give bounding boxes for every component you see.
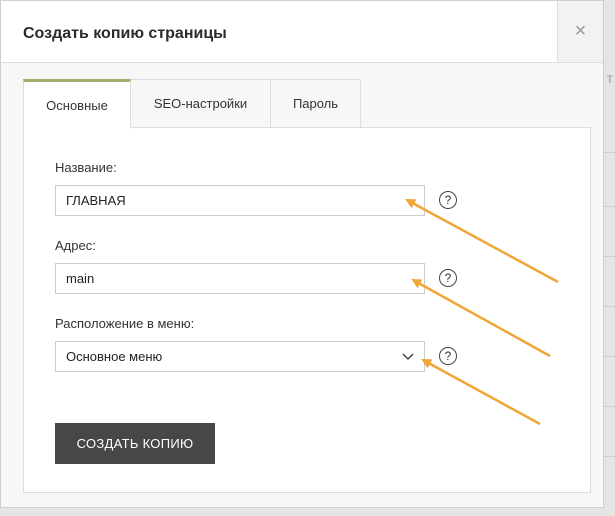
name-help-button[interactable]: ?	[439, 191, 457, 209]
tab-seo-settings[interactable]: SEO-настройки	[130, 79, 271, 128]
dialog-header: Создать копию страницы ×	[1, 1, 603, 63]
close-icon: ×	[574, 20, 587, 42]
menu-location-help-button[interactable]: ?	[439, 347, 457, 365]
address-help-button[interactable]: ?	[439, 269, 457, 287]
name-label: Название:	[55, 160, 117, 175]
chevron-down-icon	[402, 351, 414, 363]
tab-label: SEO-настройки	[153, 96, 248, 111]
menu-location-selected-value: Основное меню	[66, 349, 163, 364]
question-circle-icon: ?	[444, 193, 452, 207]
name-input[interactable]: ГЛАВНАЯ	[55, 185, 425, 216]
address-input-value: main	[66, 271, 95, 286]
close-button[interactable]: ×	[557, 1, 603, 62]
tab-main[interactable]: Основные	[23, 79, 131, 129]
background-column-letter: т	[606, 70, 613, 86]
create-copy-button[interactable]: СОЗДАТЬ КОПИЮ	[55, 423, 215, 464]
menu-location-select[interactable]: Основное меню	[55, 341, 425, 372]
question-circle-icon: ?	[444, 271, 452, 285]
tab-label: Основные	[46, 98, 108, 113]
dialog-title: Создать копию страницы	[23, 25, 227, 42]
tab-label: Пароль	[292, 96, 339, 111]
name-input-value: ГЛАВНАЯ	[66, 193, 126, 208]
address-input[interactable]: main	[55, 263, 425, 294]
question-circle-icon: ?	[444, 349, 452, 363]
address-label: Адрес:	[55, 238, 96, 253]
tab-panel-main: Название: ГЛАВНАЯ ? Адрес: main ? Распол…	[23, 127, 591, 493]
menu-location-label: Расположение в меню:	[55, 316, 195, 331]
tab-password[interactable]: Пароль	[270, 79, 361, 128]
copy-page-dialog: Создать копию страницы × Основные SEO-на…	[0, 0, 604, 508]
